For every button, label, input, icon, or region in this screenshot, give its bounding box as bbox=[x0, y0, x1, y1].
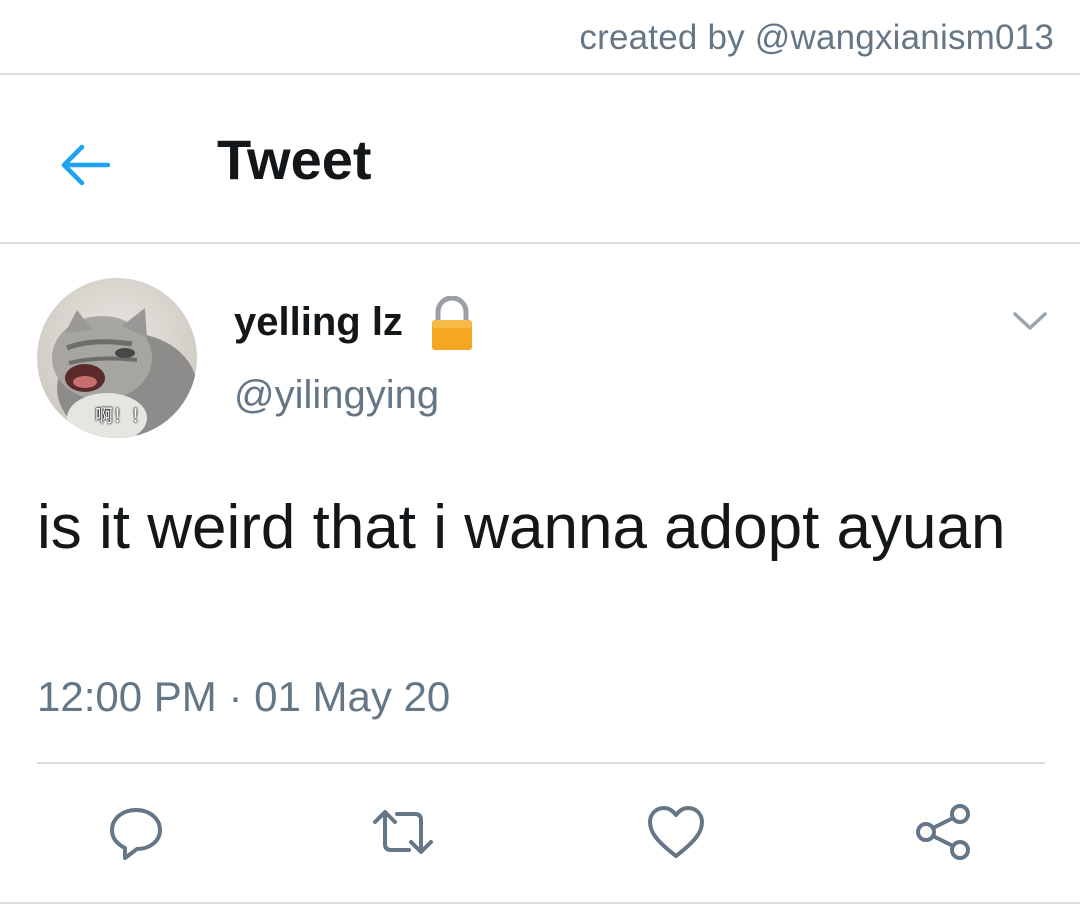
reply-icon bbox=[110, 808, 162, 860]
more-options-button[interactable] bbox=[1010, 305, 1050, 337]
retweet-button[interactable] bbox=[371, 800, 435, 864]
share-button[interactable] bbox=[912, 800, 976, 864]
tweet-header: Tweet bbox=[0, 75, 1080, 244]
bottom-divider bbox=[0, 902, 1080, 904]
share-icon bbox=[916, 804, 970, 860]
tweet-timestamp: 12:00 PM · 01 May 20 bbox=[37, 673, 451, 720]
display-name[interactable]: yelling lz bbox=[234, 300, 403, 345]
credit-bar: created by @wangxianism013 bbox=[0, 0, 1080, 75]
heart-icon bbox=[648, 806, 704, 858]
page-title: Tweet bbox=[217, 128, 372, 191]
chevron-down-icon bbox=[1013, 312, 1047, 330]
tweet-text: is it weird that i wanna adopt ayuan bbox=[37, 493, 1006, 562]
reply-button[interactable] bbox=[104, 800, 168, 864]
retweet-icon bbox=[373, 810, 433, 854]
avatar-caption: 啊！！ bbox=[95, 406, 149, 427]
divider bbox=[37, 762, 1045, 764]
lock-icon bbox=[432, 296, 472, 350]
creator-credit: created by @wangxianism013 bbox=[579, 18, 1054, 57]
arrow-left-icon bbox=[61, 144, 110, 186]
back-button[interactable] bbox=[52, 133, 116, 197]
user-handle[interactable]: @yilingying bbox=[234, 373, 439, 418]
like-button[interactable] bbox=[644, 800, 708, 864]
avatar[interactable]: 啊！！ bbox=[37, 278, 197, 438]
